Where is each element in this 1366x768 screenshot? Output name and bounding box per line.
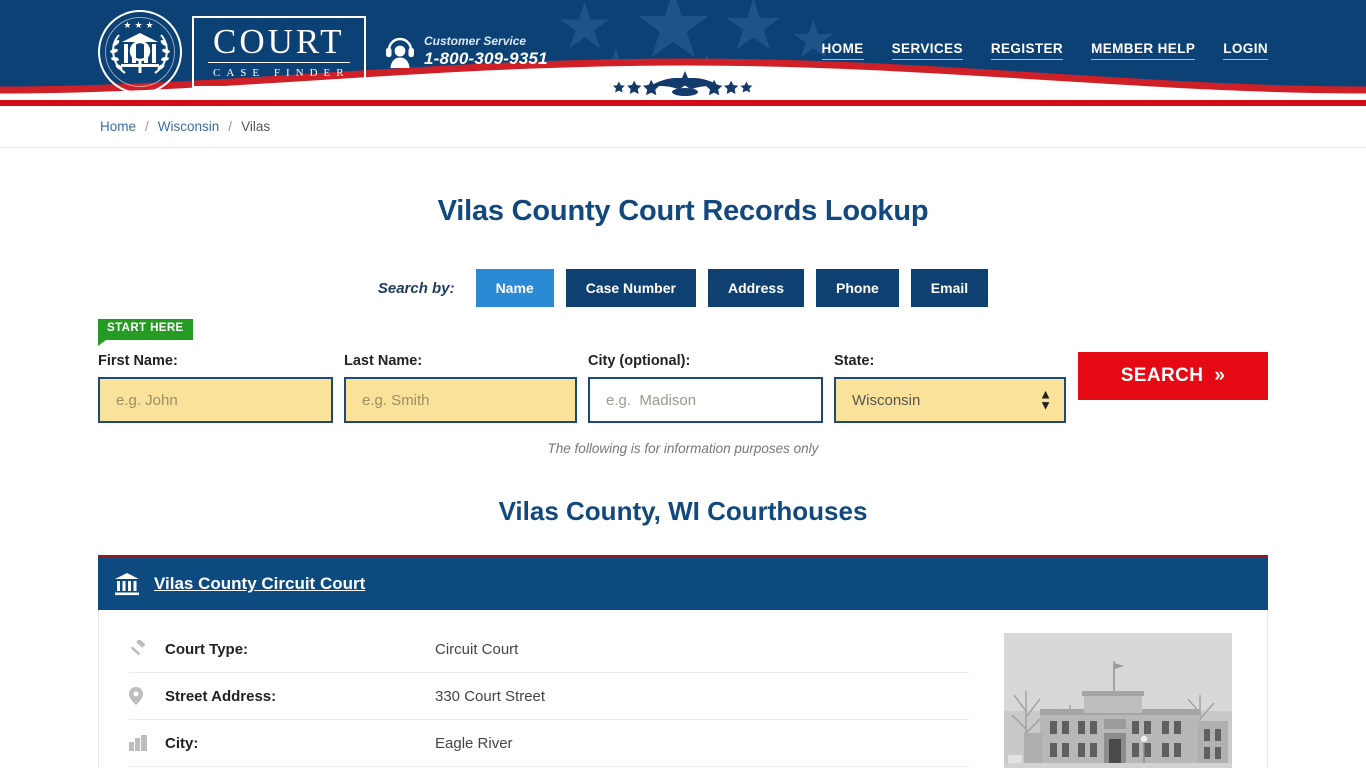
court-detail-row: Court Type: Circuit Court: [129, 626, 969, 673]
last-name-input[interactable]: [344, 377, 577, 423]
court-photo-column: [969, 626, 1267, 768]
breadcrumb-separator: /: [145, 119, 149, 134]
search-button[interactable]: SEARCH »: [1078, 352, 1268, 400]
disclaimer-text: The following is for information purpose…: [547, 441, 819, 456]
nav-home[interactable]: HOME: [821, 41, 864, 60]
vilas-county-courthouse-photo: [1004, 633, 1232, 768]
court-detail-value: Circuit Court: [435, 640, 519, 658]
logo-brand-text: COURT: [208, 24, 350, 63]
logo-wordmark: COURT CASE FINDER: [192, 16, 366, 88]
nav-services[interactable]: SERVICES: [891, 41, 963, 60]
site-header: ★ ★ ★ ★ ★ ★ ★★★ COURT CASE FINDER Custom…: [0, 0, 1366, 100]
logo-tagline-text: CASE FINDER: [213, 67, 350, 79]
court-detail-row: Street Address: 330 Court Street: [129, 673, 969, 720]
tab-name[interactable]: Name: [475, 269, 554, 307]
state-label: State:: [834, 353, 875, 369]
tab-phone[interactable]: Phone: [816, 269, 899, 307]
tab-address[interactable]: Address: [707, 269, 804, 307]
page-title: Vilas County Court Records Lookup: [437, 195, 929, 227]
court-card: Vilas County Circuit Court Court Type: C…: [98, 555, 1268, 768]
seal-wreath-courthouse-icon: [110, 33, 170, 74]
court-card-body: Court Type: Circuit Court Street Address…: [98, 610, 1268, 768]
court-detail-row: City: Eagle River: [129, 720, 969, 767]
site-logo[interactable]: ★★★ COURT CASE FINDER: [98, 10, 366, 94]
search-by-tabs: Search by: Name Case Number Address Phon…: [0, 269, 1366, 307]
breadcrumb-current: Vilas: [241, 119, 271, 134]
court-seal-icon: ★★★: [98, 10, 182, 94]
primary-navigation: HOME SERVICES REGISTER MEMBER HELP LOGIN: [821, 41, 1268, 60]
search-form: START HERE First Name: Last Name: City (…: [0, 319, 1366, 429]
first-name-input[interactable]: [98, 377, 333, 423]
double-chevron-right-icon: »: [1214, 365, 1226, 386]
court-card-title[interactable]: Vilas County Circuit Court: [154, 574, 365, 594]
tab-case-number[interactable]: Case Number: [565, 269, 696, 307]
city-label: City (optional):: [588, 353, 691, 369]
search-button-label: SEARCH: [1120, 365, 1204, 386]
customer-service-block: Customer Service 1-800-309-9351: [385, 34, 548, 70]
nav-login[interactable]: LOGIN: [1223, 41, 1268, 60]
headset-support-icon: [386, 37, 414, 68]
breadcrumb-state[interactable]: Wisconsin: [158, 119, 220, 134]
courthouse-bank-icon: [115, 573, 139, 596]
court-detail-list: Court Type: Circuit Court Street Address…: [99, 626, 969, 768]
court-detail-label: Court Type:: [165, 640, 249, 658]
breadcrumb: Home / Wisconsin / Vilas: [0, 106, 1366, 148]
nav-register[interactable]: REGISTER: [990, 41, 1064, 60]
court-detail-value: 330 Court Street: [435, 687, 546, 705]
gavel-icon: [129, 640, 165, 658]
court-detail-label: Street Address:: [165, 687, 277, 705]
court-detail-label: City:: [165, 734, 199, 752]
court-detail-value: Eagle River: [435, 734, 513, 752]
customer-service-label: Customer Service: [424, 34, 527, 48]
city-input[interactable]: [588, 377, 823, 423]
search-by-label: Search by:: [377, 279, 455, 297]
main-content: Vilas County Court Records Lookup Search…: [0, 148, 1366, 768]
breadcrumb-home[interactable]: Home: [100, 119, 136, 134]
section-title: Vilas County, WI Courthouses: [498, 496, 868, 526]
tab-email[interactable]: Email: [910, 269, 989, 307]
state-select[interactable]: Wisconsin: [834, 377, 1066, 423]
city-buildings-icon: [129, 735, 165, 751]
customer-service-phone[interactable]: 1-800-309-9351: [424, 48, 548, 69]
state-select-wrapper[interactable]: Wisconsin ▲ ▼: [834, 377, 1066, 423]
first-name-label: First Name:: [98, 353, 178, 369]
last-name-label: Last Name:: [344, 353, 423, 369]
court-card-header: Vilas County Circuit Court: [98, 558, 1268, 610]
start-here-badge: START HERE: [98, 319, 193, 345]
nav-member-help[interactable]: MEMBER HELP: [1091, 41, 1196, 60]
map-pin-icon: [129, 687, 165, 705]
breadcrumb-separator: /: [228, 119, 233, 134]
